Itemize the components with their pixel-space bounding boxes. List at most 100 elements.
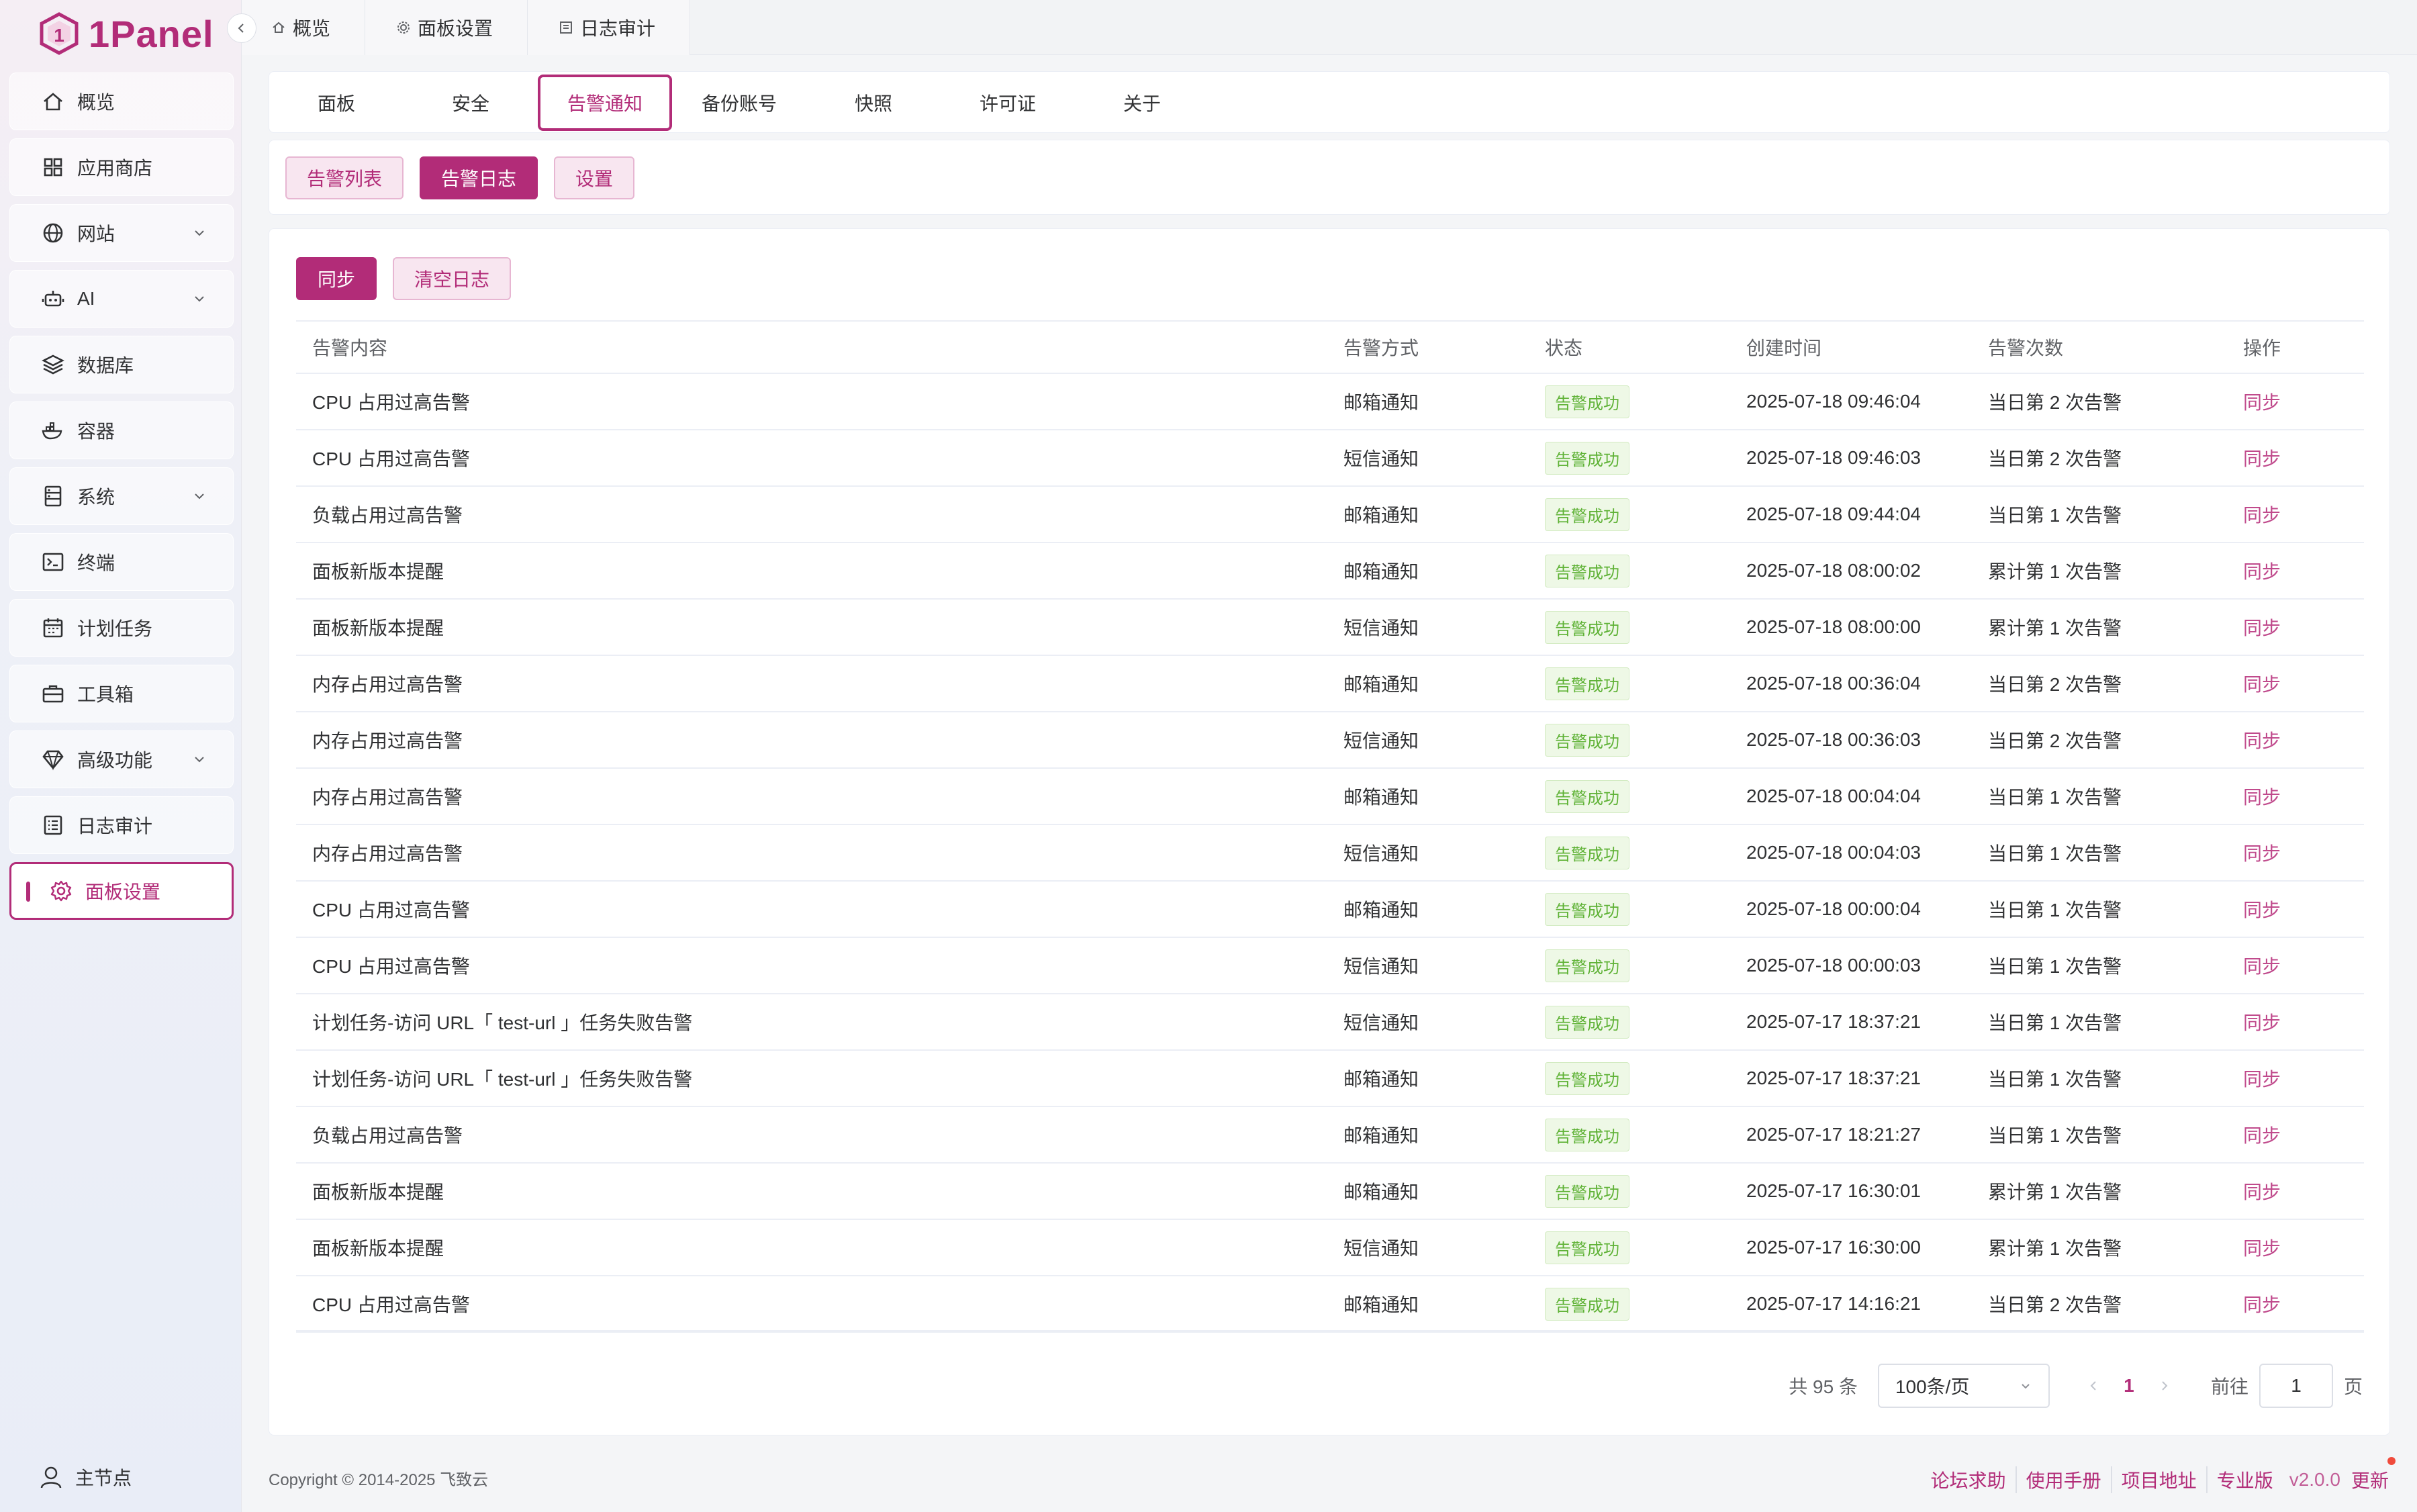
top-tab-overview[interactable]: 概览: [242, 0, 365, 55]
prev-page-button[interactable]: [2081, 1375, 2107, 1397]
sidebar-item[interactable]: AI: [9, 270, 234, 328]
footer-link-forum[interactable]: 论坛求助: [1922, 1466, 2017, 1493]
alert-content: 负载占用过高告警: [312, 505, 463, 526]
row-sync-link[interactable]: 同步: [2243, 1012, 2281, 1033]
alert-method: 短信通知: [1343, 730, 1419, 751]
status-cell: 告警成功: [1545, 1287, 1746, 1321]
footer-link-project[interactable]: 项目地址: [2112, 1466, 2208, 1493]
status-cell: 告警成功: [1545, 498, 1746, 531]
settings-tab[interactable]: 安全: [404, 75, 538, 131]
sidebar-item-label: 概览: [77, 92, 115, 113]
settings-tab[interactable]: 面板: [269, 75, 404, 131]
sidebar-item[interactable]: 终端: [9, 533, 234, 591]
alert-count: 当日第 1 次告警: [1988, 1069, 2122, 1090]
alert-method: 短信通知: [1343, 618, 1419, 639]
alert-method: 邮箱通知: [1343, 674, 1419, 695]
alert-content: CPU 占用过高告警: [312, 900, 470, 920]
table-horizontal-scrollbar[interactable]: [296, 1330, 2364, 1337]
sub-tab-settings[interactable]: 设置: [554, 156, 634, 199]
status-badge: 告警成功: [1545, 892, 1629, 926]
update-link[interactable]: 更新: [2351, 1457, 2396, 1493]
sub-tab-alert-log[interactable]: 告警日志: [420, 156, 538, 199]
row-sync-link[interactable]: 同步: [2243, 1238, 2281, 1259]
alert-content: 负载占用过高告警: [312, 1125, 463, 1146]
row-sync-link[interactable]: 同步: [2243, 1125, 2281, 1146]
operation-cell: 同步: [2243, 670, 2364, 697]
row-sync-link[interactable]: 同步: [2243, 730, 2281, 751]
goto-page-input[interactable]: 1: [2259, 1364, 2333, 1408]
footer-link-manual[interactable]: 使用手册: [2017, 1466, 2112, 1493]
sidebar-item[interactable]: 工具箱: [9, 665, 234, 722]
row-sync-link[interactable]: 同步: [2243, 505, 2281, 526]
settings-tab[interactable]: 快照: [806, 75, 941, 131]
row-sync-link[interactable]: 同步: [2243, 1182, 2281, 1202]
sidebar-collapse-button[interactable]: [227, 13, 256, 43]
alert-content: CPU 占用过高告警: [312, 392, 470, 413]
sidebar-item[interactable]: 数据库: [9, 336, 234, 393]
sidebar-item[interactable]: 面板设置: [9, 862, 234, 920]
page-number[interactable]: 1: [2107, 1375, 2150, 1397]
sidebar-item[interactable]: 日志审计: [9, 796, 234, 854]
row-sync-link[interactable]: 同步: [2243, 392, 2281, 413]
settings-tab[interactable]: 关于: [1075, 75, 1209, 131]
created-time: 2025-07-18 00:00:04: [1746, 898, 1921, 919]
settings-tab[interactable]: 备份账号: [672, 75, 806, 131]
table-row: 计划任务-访问 URL「 test-url 」任务失败告警 邮箱通知 告警成功 202…: [296, 1051, 2364, 1107]
footer-link-pro[interactable]: 专业版: [2208, 1466, 2283, 1493]
table-row: CPU 占用过高告警 短信通知 告警成功 2025-07-18 00:00:03 当日第…: [296, 938, 2364, 994]
table-row: 面板新版本提醒 邮箱通知 告警成功 2025-07-17 16:30:01 累计第 1 …: [296, 1164, 2364, 1220]
alert-method: 邮箱通知: [1343, 1125, 1419, 1146]
clear-log-button[interactable]: 清空日志: [393, 257, 511, 300]
row-sync-link[interactable]: 同步: [2243, 843, 2281, 864]
table-row: CPU 占用过高告警 邮箱通知 告警成功 2025-07-17 14:16:21 当日第…: [296, 1276, 2364, 1333]
sidebar-item[interactable]: 概览: [9, 73, 234, 130]
operation-cell: 同步: [2243, 444, 2364, 471]
alert-content: 面板新版本提醒: [312, 1238, 444, 1259]
created-time: 2025-07-17 16:30:00: [1746, 1237, 1921, 1258]
row-sync-link[interactable]: 同步: [2243, 618, 2281, 639]
row-sync-link[interactable]: 同步: [2243, 674, 2281, 695]
server-icon: [40, 483, 66, 510]
sync-button[interactable]: 同步: [296, 257, 377, 300]
sidebar-item[interactable]: 网站: [9, 204, 234, 262]
table-row: 面板新版本提醒 邮箱通知 告警成功 2025-07-18 08:00:02 累计第 1 …: [296, 543, 2364, 600]
row-sync-link[interactable]: 同步: [2243, 1294, 2281, 1315]
row-sync-link[interactable]: 同步: [2243, 787, 2281, 808]
logo[interactable]: 1 1Panel: [38, 9, 214, 58]
settings-tab[interactable]: 许可证: [941, 75, 1075, 131]
sub-tab-alert-list[interactable]: 告警列表: [285, 156, 404, 199]
status-badge: 告警成功: [1545, 554, 1629, 587]
status-badge: 告警成功: [1545, 610, 1629, 644]
sidebar: 1 1Panel 概览应用商店网站 AI 数据库容器系统终端计划任务工具箱高级功能日…: [0, 0, 242, 1512]
user-icon: [40, 1466, 62, 1489]
settings-tabs: 面板 安全 告警通知 备份账号 快照 许可证 关于: [269, 71, 2390, 133]
page-size-select[interactable]: 100条/页: [1877, 1364, 2050, 1408]
page-suffix: 页: [2343, 1376, 2363, 1397]
table-body: CPU 占用过高告警 邮箱通知 告警成功 2025-07-18 09:46:04 当日第…: [296, 374, 2364, 1333]
row-sync-link[interactable]: 同步: [2243, 448, 2281, 469]
alert-sub-tabs: 告警列表 告警日志 设置: [269, 140, 2390, 215]
settings-tab[interactable]: 告警通知: [538, 75, 672, 131]
status-cell: 告警成功: [1545, 1061, 1746, 1095]
row-sync-link[interactable]: 同步: [2243, 900, 2281, 920]
terminal-icon: [40, 549, 66, 575]
next-page-button[interactable]: [2150, 1375, 2177, 1397]
sidebar-item[interactable]: 高级功能: [9, 730, 234, 788]
row-sync-link[interactable]: 同步: [2243, 1069, 2281, 1090]
alert-content: 面板新版本提醒: [312, 618, 444, 639]
top-tab-log-audit[interactable]: 日志审计: [528, 0, 690, 55]
sidebar-item[interactable]: 应用商店: [9, 138, 234, 196]
row-sync-link[interactable]: 同步: [2243, 956, 2281, 977]
version-label: v2.0.0: [2289, 1469, 2340, 1490]
sidebar-item[interactable]: 系统: [9, 467, 234, 525]
column-header: 告警方式: [1343, 338, 1419, 359]
node-switcher[interactable]: 主节点: [39, 1464, 132, 1491]
alert-method: 邮箱通知: [1343, 1069, 1419, 1090]
sidebar-item[interactable]: 计划任务: [9, 599, 234, 657]
column-header: 创建时间: [1746, 338, 1822, 359]
top-tab-panel-settings[interactable]: 面板设置: [365, 0, 528, 55]
total-count: 共 95 条: [1789, 1376, 1858, 1397]
operation-cell: 同步: [2243, 1290, 2364, 1317]
sidebar-item[interactable]: 容器: [9, 401, 234, 459]
row-sync-link[interactable]: 同步: [2243, 561, 2281, 582]
